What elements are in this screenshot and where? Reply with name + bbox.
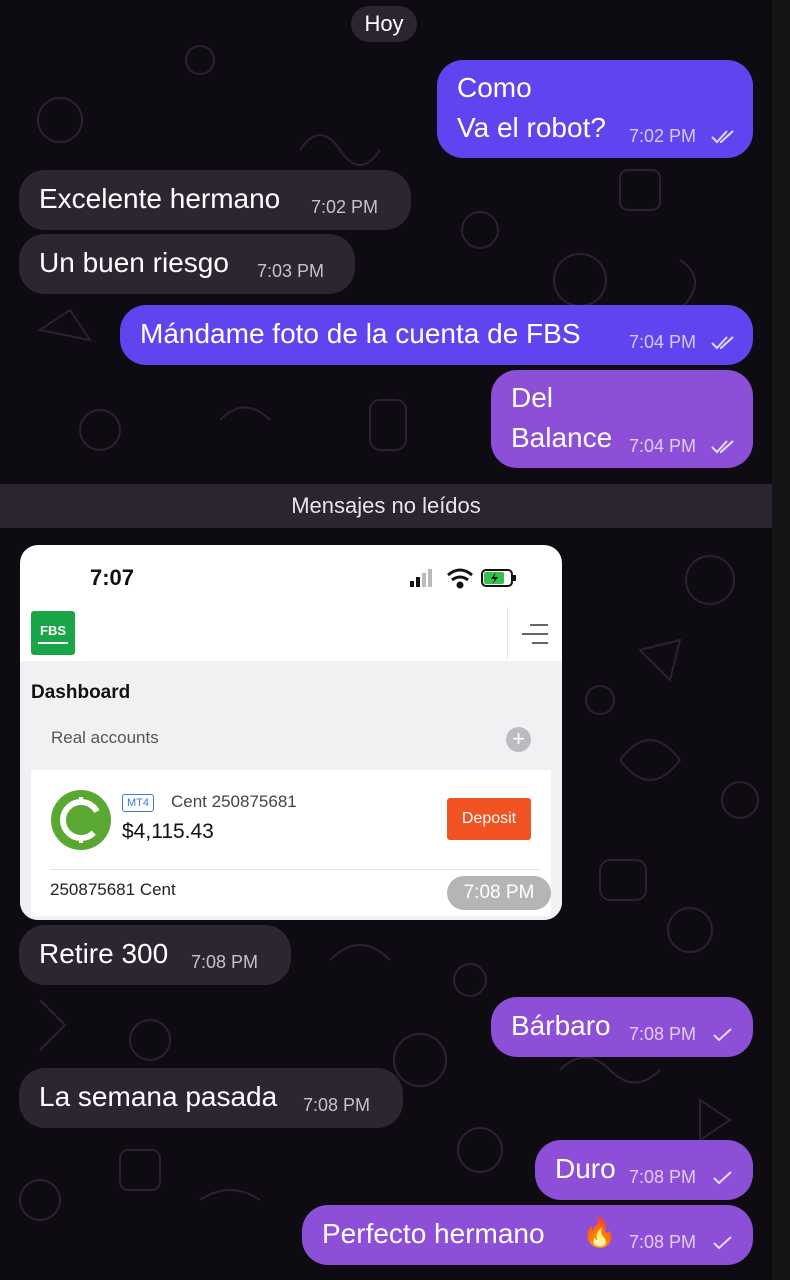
- date-separator: Hoy: [351, 6, 417, 42]
- single-check-icon: [713, 1028, 733, 1042]
- message-time: 7:08 PM: [629, 1167, 697, 1187]
- double-check-icon: [711, 336, 737, 350]
- message-text: Bárbaro: [511, 1010, 611, 1041]
- message-time: 7:08 PM: [303, 1095, 371, 1115]
- incoming-message[interactable]: Un buen riesgo 7:03 PM: [19, 234, 355, 294]
- coin-icon: [51, 790, 111, 850]
- fire-emoji: 🔥: [582, 1217, 617, 1248]
- outgoing-message[interactable]: Del Balance 7:04 PM: [491, 370, 753, 468]
- message-text-line: Va el robot?: [457, 112, 606, 143]
- message-time: 7:02 PM: [629, 126, 697, 146]
- message-time: 7:04 PM: [629, 332, 697, 352]
- message-time: 7:08 PM: [629, 1024, 697, 1044]
- single-check-icon: [713, 1171, 733, 1185]
- message-time: 7:04 PM: [629, 436, 697, 456]
- menu-icon: [520, 623, 550, 650]
- message-text: Excelente hermano: [39, 183, 281, 214]
- message-text-line: Del: [511, 382, 554, 413]
- header-divider: [507, 607, 508, 659]
- fbs-logo: FBS: [31, 611, 75, 655]
- message-text: Duro: [555, 1153, 616, 1184]
- window-edge: [772, 0, 790, 1280]
- account-footer: 250875681 Cent: [50, 880, 176, 899]
- signal-icon: [410, 569, 432, 587]
- photo-message[interactable]: 7:07 FBS Dashboard Real accounts + MT4 C…: [20, 545, 562, 920]
- incoming-message[interactable]: Excelente hermano 7:02 PM: [19, 170, 411, 230]
- divider: [50, 869, 540, 870]
- outgoing-message[interactable]: Mándame foto de la cuenta de FBS 7:04 PM: [120, 305, 753, 365]
- message-text: Mándame foto de la cuenta de FBS: [140, 318, 581, 349]
- message-text: Un buen riesgo: [39, 247, 229, 278]
- platform-badge: MT4: [122, 794, 154, 812]
- account-balance: $4,115.43: [122, 820, 214, 843]
- section-label: Real accounts: [51, 728, 159, 747]
- outgoing-message[interactable]: Duro 7:08 PM: [535, 1140, 753, 1200]
- message-time: 7:03 PM: [257, 261, 325, 281]
- battery-icon: [481, 569, 516, 587]
- message-text-line: Balance: [511, 422, 613, 453]
- single-check-icon: [713, 1236, 733, 1250]
- status-bar-time: 7:07: [90, 565, 135, 590]
- message-text: La semana pasada: [39, 1081, 278, 1112]
- double-check-icon: [711, 440, 737, 454]
- outgoing-message[interactable]: Perfecto hermano 🔥 7:08 PM: [302, 1205, 753, 1265]
- wifi-icon: [447, 568, 473, 589]
- message-time: 7:02 PM: [311, 197, 379, 217]
- status-bar-icons: [408, 567, 524, 594]
- incoming-message[interactable]: La semana pasada 7:08 PM: [19, 1068, 403, 1128]
- message-text-line: Como: [457, 72, 532, 103]
- message-time: 7:08 PM: [191, 952, 259, 972]
- outgoing-message[interactable]: Bárbaro 7:08 PM: [491, 997, 753, 1057]
- dashboard-title: Dashboard: [31, 682, 131, 703]
- incoming-message[interactable]: Retire 300 7:08 PM: [19, 925, 291, 985]
- double-check-icon: [711, 130, 737, 144]
- message-text: Perfecto hermano: [322, 1218, 545, 1249]
- app-header: [20, 605, 562, 663]
- plus-icon: +: [506, 727, 531, 752]
- message-time: 7:08 PM: [447, 876, 551, 910]
- message-time: 7:08 PM: [629, 1232, 697, 1252]
- message-text: Retire 300: [39, 938, 169, 969]
- account-type: Cent 250875681: [171, 792, 297, 811]
- deposit-button: Deposit: [447, 798, 531, 840]
- outgoing-message[interactable]: Como Va el robot? 7:02 PM: [437, 60, 753, 158]
- unread-messages-divider: Mensajes no leídos: [0, 484, 772, 528]
